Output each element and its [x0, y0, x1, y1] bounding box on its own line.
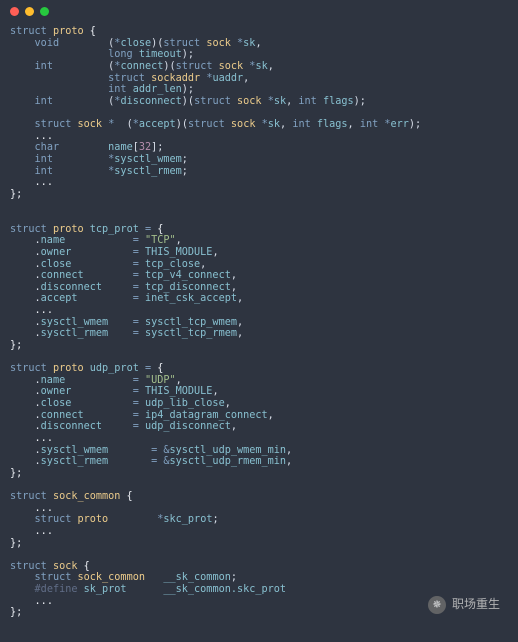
- wechat-icon: ✵: [428, 596, 446, 614]
- watermark: ✵ 职场重生: [428, 596, 500, 614]
- id-proto: proto: [53, 26, 84, 37]
- code-block: struct proto { void (*close)(struct sock…: [0, 22, 518, 629]
- minimize-icon[interactable]: [25, 7, 34, 16]
- watermark-label: 职场重生: [452, 598, 500, 612]
- code-window: { "chart_data": { "type": "table", "titl…: [0, 0, 518, 642]
- kw-struct: struct: [10, 26, 47, 37]
- zoom-icon[interactable]: [40, 7, 49, 16]
- close-icon[interactable]: [10, 7, 19, 16]
- titlebar: [0, 0, 518, 22]
